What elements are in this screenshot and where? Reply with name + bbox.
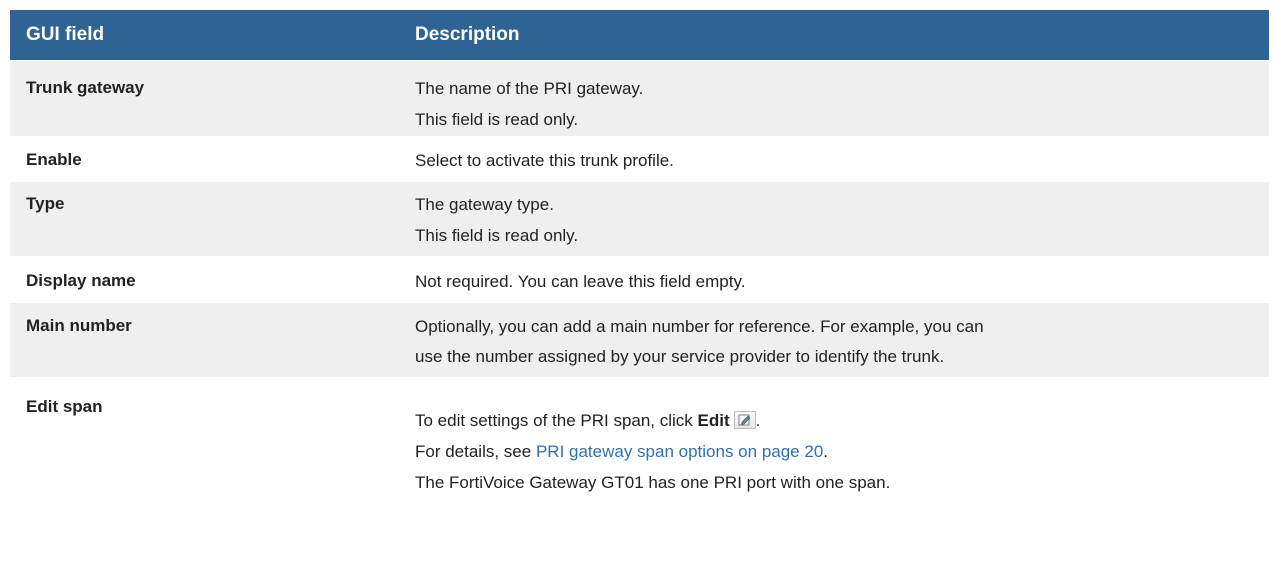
description-line: use the number assigned by your service … — [415, 347, 945, 366]
header-description: Description — [415, 24, 520, 45]
description-line: The FortiVoice Gateway GT01 has one PRI … — [415, 473, 891, 492]
pri-span-options-link[interactable]: PRI gateway span options on page 20 — [536, 442, 823, 461]
description-line: Select to activate this trunk profile. — [415, 151, 674, 170]
table-row: Edit span To edit settings of the PRI sp… — [10, 379, 1269, 519]
details-period: . — [823, 442, 829, 461]
edit-instruction-line: To edit settings of the PRI span, click … — [415, 410, 1255, 432]
table-row: Type The gateway type. This field is rea… — [10, 182, 1269, 258]
field-name: Main number — [26, 316, 132, 335]
description-line: Not required. You can leave this field e… — [415, 272, 746, 291]
edit-icon — [733, 411, 756, 429]
edit-label: Edit — [697, 411, 730, 430]
field-name: Enable — [26, 150, 82, 169]
field-description: The name of the PRI gateway. This field … — [415, 61, 1269, 136]
edit-instruction-text: To edit settings of the PRI span, click — [415, 411, 698, 430]
field-description: Not required. You can leave this field e… — [415, 258, 1269, 301]
description-line: This field is read only. — [415, 226, 579, 245]
details-line: For details, see PRI gateway span option… — [415, 441, 1255, 463]
details-text: For details, see — [415, 442, 536, 461]
header-gui-field: GUI field — [26, 24, 105, 45]
fields-table: GUI field Description Trunk gateway The … — [10, 10, 1269, 519]
field-description: Optionally, you can add a main number fo… — [415, 303, 1269, 377]
edit-period: . — [755, 411, 761, 430]
description-line: The gateway type. — [415, 195, 554, 214]
table-header: GUI field Description — [10, 10, 1269, 61]
field-name: Trunk gateway — [26, 78, 145, 97]
description-line: Optionally, you can add a main number fo… — [415, 317, 984, 336]
field-name: Type — [26, 194, 65, 213]
field-description: The gateway type. This field is read onl… — [415, 182, 1269, 256]
description-line: The name of the PRI gateway. — [415, 79, 644, 98]
description-line: This field is read only. — [415, 110, 579, 129]
table-row: Enable Select to activate this trunk pro… — [10, 138, 1269, 182]
field-description: To edit settings of the PRI span, click … — [415, 379, 1269, 519]
table-row: Display name Not required. You can leave… — [10, 258, 1269, 303]
table-row: Trunk gateway The name of the PRI gatewa… — [10, 61, 1269, 138]
table-row: Main number Optionally, you can add a ma… — [10, 303, 1269, 379]
field-description: Select to activate this trunk profile. — [415, 138, 1269, 180]
field-name: Display name — [26, 271, 136, 290]
field-name: Edit span — [26, 397, 103, 416]
